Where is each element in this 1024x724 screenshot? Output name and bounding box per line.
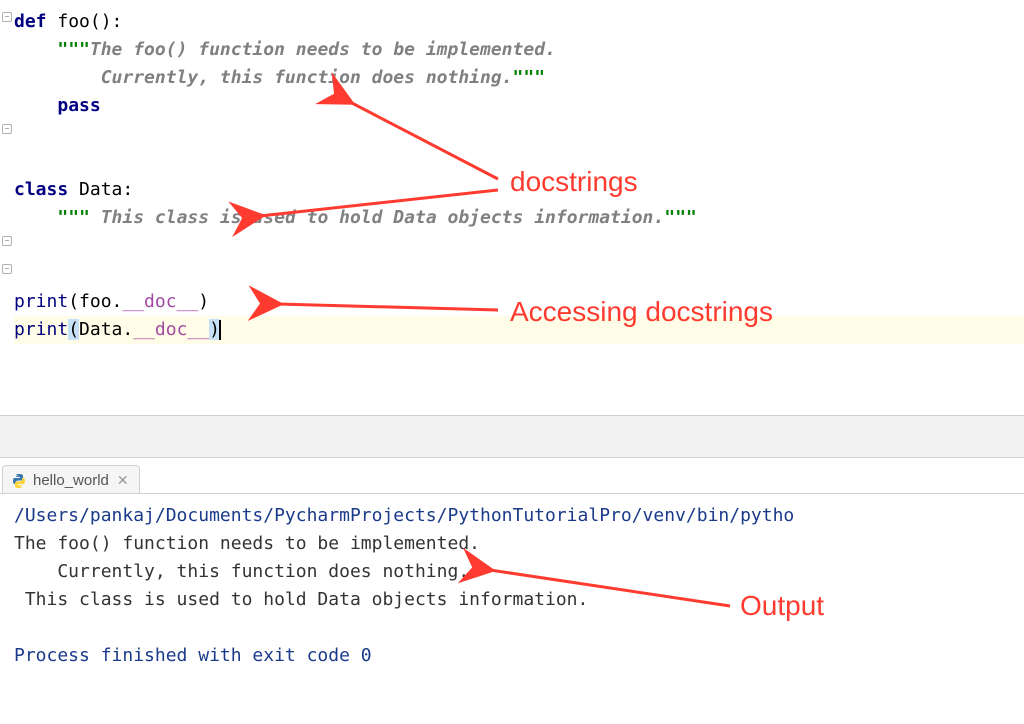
console-stdout-line: This class is used to hold Data objects … (14, 586, 1024, 614)
docstring-text: Currently, this function does nothing. (57, 67, 512, 88)
paren-open: ( (68, 319, 79, 340)
dunder-doc: __doc__ (122, 291, 198, 312)
code-line[interactable] (14, 120, 1024, 148)
builtin-print: print (14, 291, 68, 312)
code-line[interactable]: """ This class is used to hold Data obje… (14, 204, 1024, 232)
console-stdout-line: The foo() function needs to be implement… (14, 530, 1024, 558)
code-line[interactable] (14, 260, 1024, 288)
console-blank-line (14, 614, 1024, 642)
code-text: (foo. (68, 291, 122, 312)
docstring-quote: """ (513, 67, 546, 88)
annotation-accessing: Accessing docstrings (510, 296, 773, 328)
annotation-output: Output (740, 592, 824, 620)
function-name: foo(): (57, 11, 122, 32)
code-line[interactable]: Currently, this function does nothing.""… (14, 64, 1024, 92)
keyword-pass: pass (57, 95, 100, 116)
keyword-class: class (14, 179, 79, 200)
console-output[interactable]: /Users/pankaj/Documents/PycharmProjects/… (0, 494, 1024, 678)
class-name: Data: (79, 179, 133, 200)
run-tab-label: hello_world (33, 472, 109, 489)
docstring-text: This class is used to hold Data objects … (90, 207, 664, 228)
run-tab-bar: hello_world ✕ (0, 458, 1024, 494)
console-exec-path: /Users/pankaj/Documents/PycharmProjects/… (14, 502, 1024, 530)
code-line[interactable]: def foo(): (14, 8, 1024, 36)
docstring-quote: """ (57, 39, 90, 60)
fold-marker-icon[interactable]: − (2, 236, 12, 246)
python-file-icon (11, 473, 27, 489)
panel-separator (0, 416, 1024, 458)
fold-marker-icon[interactable]: − (2, 124, 12, 134)
code-editor[interactable]: − − − − def foo(): """The foo() function… (0, 0, 1024, 416)
annotation-docstrings: docstrings (510, 166, 638, 198)
run-tab-hello-world[interactable]: hello_world ✕ (2, 465, 140, 493)
console-stdout-line: Currently, this function does nothing. (14, 558, 1024, 586)
dunder-doc: __doc__ (133, 319, 209, 340)
code-text: Data. (79, 319, 133, 340)
docstring-quote: """ (664, 207, 697, 228)
editor-gutter: − − − − (0, 0, 14, 415)
keyword-def: def (14, 11, 57, 32)
text-cursor (219, 320, 221, 340)
docstring-quote: """ (57, 207, 90, 228)
docstring-text: The foo() function needs to be implement… (90, 39, 556, 60)
fold-marker-icon[interactable]: − (2, 264, 12, 274)
code-line[interactable] (14, 232, 1024, 260)
code-line[interactable]: pass (14, 92, 1024, 120)
fold-marker-icon[interactable]: − (2, 12, 12, 22)
console-exit-message: Process finished with exit code 0 (14, 642, 1024, 670)
close-icon[interactable]: ✕ (117, 472, 129, 489)
code-text: ) (198, 291, 209, 312)
builtin-print: print (14, 319, 68, 340)
code-line[interactable]: """The foo() function needs to be implem… (14, 36, 1024, 64)
